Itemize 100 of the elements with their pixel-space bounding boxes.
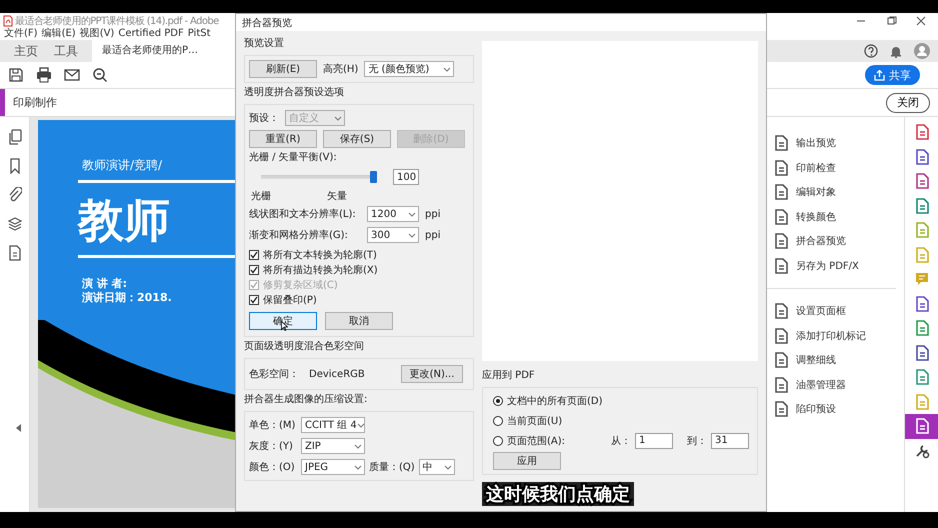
- tab[interactable]: 工具: [46, 40, 86, 62]
- group-heading: 页面级透明度混合色彩空间: [244, 340, 365, 354]
- close-icon[interactable]: [914, 16, 928, 26]
- radio-label: 文档中的所有页面(D): [507, 394, 603, 408]
- field-label: 色彩空间：: [249, 368, 300, 381]
- tool-item[interactable]: 另存为 PDF/X: [796, 258, 859, 273]
- dropdown[interactable]: 1200: [367, 206, 419, 222]
- field-label: 颜色：(O): [249, 460, 296, 474]
- menu-item[interactable]: 文件(F): [4, 28, 38, 40]
- print-icon[interactable]: [36, 67, 52, 83]
- close-button[interactable]: 关闭: [886, 92, 930, 112]
- dialog-button[interactable]: 重置(R): [249, 130, 317, 148]
- change-button[interactable]: 更改(N)...: [401, 365, 463, 383]
- wrench-icon[interactable]: [914, 442, 930, 459]
- document-icon[interactable]: [914, 148, 930, 165]
- caret-icon: [354, 444, 362, 448]
- radio-button[interactable]: [493, 416, 503, 426]
- tool-item[interactable]: 调整细线: [796, 353, 836, 368]
- tool-item[interactable]: 转换颜色: [796, 210, 836, 224]
- document-icon[interactable]: [8, 245, 22, 261]
- slide-date: 演讲日期：2018.: [82, 291, 172, 304]
- dropdown[interactable]: ZIP: [301, 438, 365, 454]
- tool-item[interactable]: 陷印预设: [796, 402, 836, 416]
- share-button[interactable]: 共享: [865, 65, 920, 85]
- radio-button[interactable]: [493, 396, 503, 406]
- tool-item[interactable]: 拼合器预览: [796, 234, 846, 248]
- document-icon: [773, 184, 788, 200]
- scale-label: 光栅: [251, 190, 271, 202]
- menu-item[interactable]: PitSt: [188, 28, 211, 40]
- menu-item[interactable]: Certified PDF: [118, 28, 184, 40]
- unit-label: ppi: [425, 208, 440, 220]
- slider-thumb[interactable]: [370, 171, 377, 183]
- checkbox-label: 将所有文本转换为轮廓(T): [263, 248, 377, 262]
- checkbox-label: 保留叠印(P): [263, 294, 317, 306]
- tool-item[interactable]: 编辑对象: [796, 185, 836, 200]
- checkbox-label: 修剪复杂区域(C): [263, 278, 338, 292]
- radio-button[interactable]: [493, 436, 503, 446]
- input-field[interactable]: 100: [393, 169, 419, 185]
- document-icon: [773, 303, 788, 320]
- dropdown[interactable]: 300: [367, 227, 419, 243]
- field-label: 渐变和网格分辨率(G):: [249, 228, 349, 242]
- paperclip-icon[interactable]: [8, 187, 22, 203]
- tool-item[interactable]: 设置页面框: [796, 304, 846, 318]
- refresh-button[interactable]: 刷新(E): [249, 60, 317, 78]
- tool-item[interactable]: 输出预览: [796, 136, 836, 150]
- field-label: 从：: [611, 434, 631, 448]
- tool-item[interactable]: 添加打印机标记: [796, 328, 866, 343]
- save-icon[interactable]: [8, 67, 24, 83]
- dialog-title: 拼合器预览: [242, 16, 292, 30]
- avatar-icon[interactable]: [914, 43, 930, 59]
- dropdown[interactable]: 中: [418, 459, 455, 475]
- bell-icon[interactable]: [890, 44, 902, 58]
- dropdown[interactable]: CCITT 组 4: [301, 417, 365, 433]
- document-icon[interactable]: [914, 296, 930, 312]
- checkbox[interactable]: [249, 294, 259, 304]
- tab[interactable]: 主页: [6, 40, 46, 62]
- document-icon[interactable]: [914, 344, 930, 361]
- slide-speaker: 演 讲 者:: [82, 277, 128, 290]
- apply-button[interactable]: 应用: [493, 452, 561, 470]
- document-icon: [773, 208, 788, 225]
- accent-bar: [0, 89, 5, 116]
- document-icon: [773, 233, 788, 250]
- dialog-button[interactable]: 保存(S): [323, 130, 391, 148]
- selected-tool-tab[interactable]: [905, 414, 938, 438]
- search-icon[interactable]: [92, 67, 108, 83]
- document-icon[interactable]: [914, 320, 930, 336]
- menu-item[interactable]: 视图(V): [80, 28, 114, 40]
- tool-item[interactable]: 油墨管理器: [796, 378, 846, 392]
- document-icon: [773, 328, 788, 344]
- field-label: 光栅 / 矢量平衡(V):: [249, 151, 338, 165]
- menu-item[interactable]: 编辑(E): [42, 28, 76, 40]
- mail-icon[interactable]: [64, 67, 80, 83]
- field-label: 质量：(Q): [369, 460, 415, 474]
- slide-title: 教师: [78, 192, 170, 249]
- collapse-arrow-icon[interactable]: [16, 424, 22, 432]
- bookmark-icon[interactable]: [8, 158, 20, 174]
- document-icon[interactable]: [914, 124, 930, 140]
- checkbox[interactable]: [249, 264, 259, 274]
- document-icon[interactable]: [914, 418, 930, 434]
- field-label: 到：: [687, 434, 707, 448]
- help-icon[interactable]: [864, 44, 878, 58]
- layers-icon[interactable]: [6, 216, 22, 232]
- document-icon[interactable]: [914, 198, 930, 214]
- tool-item[interactable]: 印前检查: [796, 160, 836, 175]
- caret-icon: [408, 232, 416, 238]
- document-icon[interactable]: [914, 173, 930, 190]
- dropdown[interactable]: JPEG: [301, 459, 365, 475]
- dialog-button[interactable]: 取消: [325, 312, 393, 330]
- pages-icon[interactable]: [8, 129, 22, 145]
- input-field[interactable]: 1: [635, 432, 673, 448]
- slide-subtitle: 教师演讲/竞聘/: [82, 157, 162, 174]
- caret-icon: [444, 464, 452, 470]
- upload-icon: [874, 70, 885, 80]
- input-field[interactable]: 31: [711, 432, 749, 448]
- dropdown[interactable]: 无 (颜色预览): [364, 61, 454, 77]
- unit-label: ppi: [425, 230, 440, 240]
- group-heading: 预览设置: [244, 37, 285, 51]
- checkbox[interactable]: [249, 250, 259, 260]
- caret-icon: [408, 212, 416, 216]
- document-icon[interactable]: [914, 369, 930, 386]
